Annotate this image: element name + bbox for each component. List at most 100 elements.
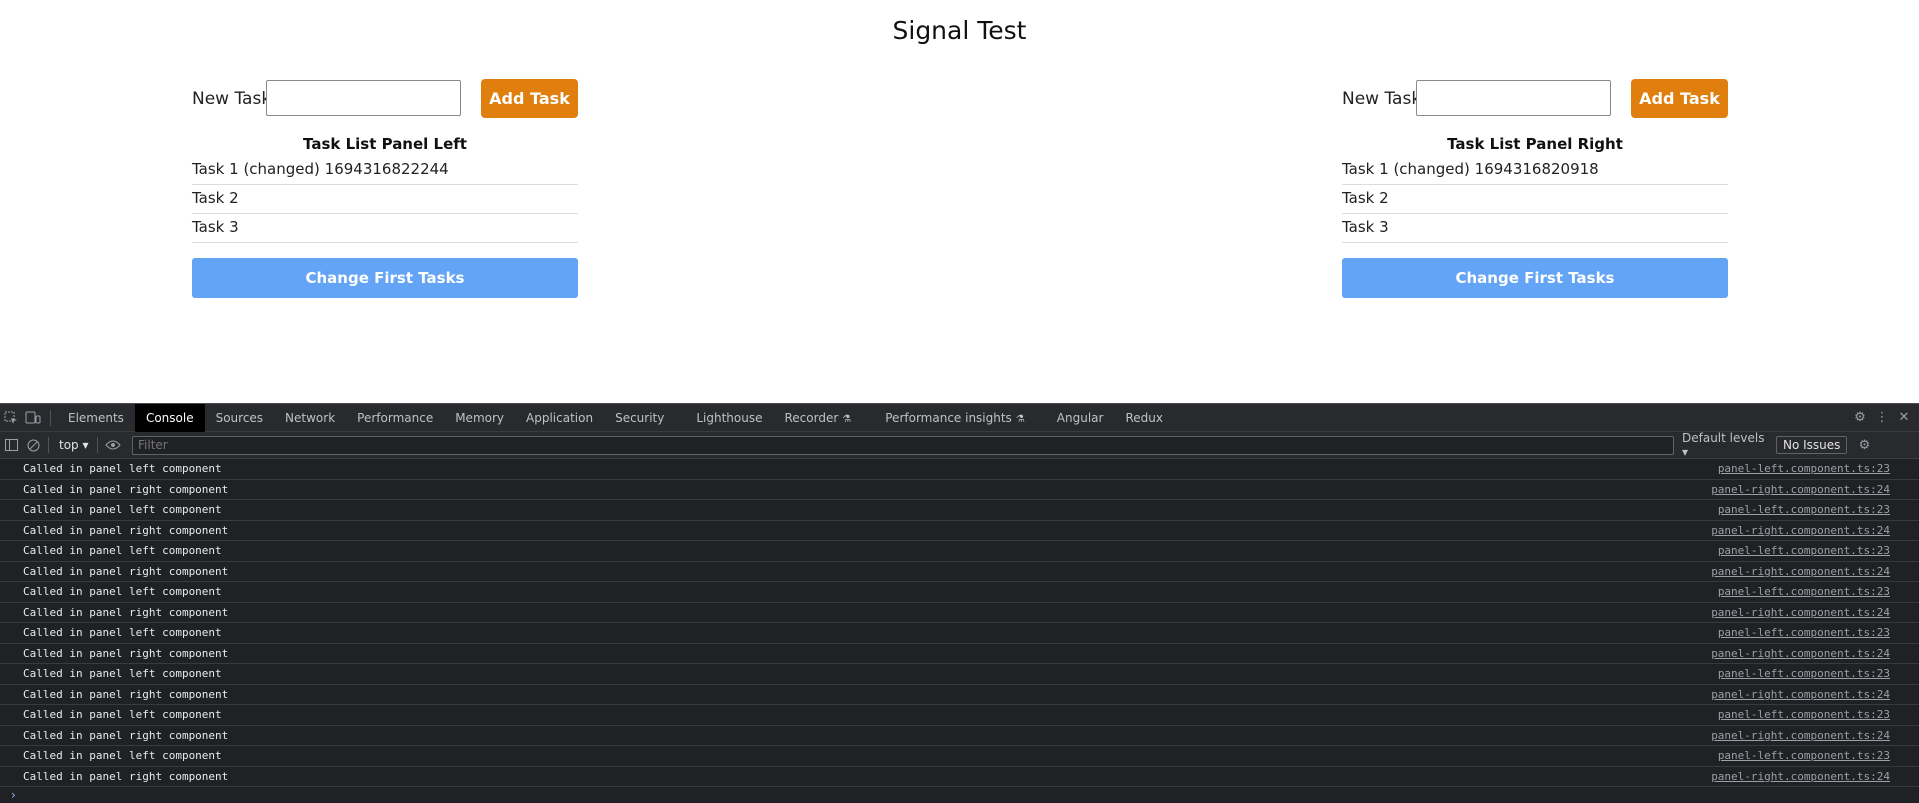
log-levels-label: Default levels xyxy=(1682,431,1765,445)
task-item: Task 2 xyxy=(1342,185,1728,214)
log-message: Called in panel right component xyxy=(23,564,229,578)
log-source-link[interactable]: panel-right.component.ts:24 xyxy=(1711,565,1919,578)
tab-application[interactable]: Application xyxy=(515,404,604,432)
task-item: Task 1 (changed) 1694316820918 xyxy=(1342,156,1728,185)
log-source-link[interactable]: panel-left.component.ts:23 xyxy=(1718,626,1919,639)
tab-security[interactable]: Security xyxy=(604,404,675,432)
page-title: Signal Test xyxy=(892,16,1027,45)
more-options-icon[interactable]: ⋮ xyxy=(1871,407,1893,429)
new-task-input[interactable] xyxy=(1416,80,1611,116)
log-message: Called in panel right component xyxy=(23,769,229,783)
tab-console[interactable]: Console xyxy=(134,403,205,432)
chevron-down-icon: ▾ xyxy=(82,438,89,452)
console-log-row: Called in panel right component panel-rig… xyxy=(0,562,1919,582)
console-log-row: Called in panel left component panel-left… xyxy=(0,459,1919,480)
log-source-link[interactable]: panel-right.component.ts:24 xyxy=(1711,729,1919,742)
tab-angular[interactable]: Angular xyxy=(1046,404,1115,432)
tab-redux[interactable]: Redux xyxy=(1114,404,1174,432)
console-log-row: Called in panel left component panel-left… xyxy=(0,500,1919,521)
tab-elements[interactable]: Elements xyxy=(57,404,135,432)
log-message: Called in panel left component xyxy=(23,749,222,763)
log-source-link[interactable]: panel-left.component.ts:23 xyxy=(1718,708,1919,721)
tab-performance-insights-label: Performance insights xyxy=(885,410,1012,425)
new-task-label: New Task xyxy=(192,89,272,109)
sidebar-toggle-icon[interactable] xyxy=(0,434,22,456)
tab-performance-insights[interactable]: Performance insights ⚗ xyxy=(874,404,1036,432)
tab-memory[interactable]: Memory xyxy=(444,404,515,432)
panel-right: New Task Add Task Task List Panel Right … xyxy=(1342,79,1728,298)
tab-recorder[interactable]: Recorder ⚗ xyxy=(774,404,863,432)
log-source-link[interactable]: panel-right.component.ts:24 xyxy=(1711,524,1919,537)
console-log-list: Called in panel left component panel-left… xyxy=(0,459,1919,787)
devtools-panel: Elements Console Sources Network Perform… xyxy=(0,403,1919,803)
console-settings-icon[interactable]: ⚙ xyxy=(1853,434,1875,456)
change-first-tasks-button[interactable]: Change First Tasks xyxy=(192,258,578,298)
close-icon[interactable]: ✕ xyxy=(1893,407,1915,429)
context-selector[interactable]: top ▾ xyxy=(59,438,93,452)
tab-recorder-label: Recorder xyxy=(784,410,839,425)
console-log-row: Called in panel left component panel-left… xyxy=(0,746,1919,767)
new-task-label: New Task xyxy=(1342,89,1422,109)
console-log-row: Called in panel left component panel-left… xyxy=(0,623,1919,644)
log-source-link[interactable]: panel-left.component.ts:23 xyxy=(1718,503,1919,516)
log-message: Called in panel right component xyxy=(23,646,229,660)
log-source-link[interactable]: panel-left.component.ts:23 xyxy=(1718,544,1919,557)
log-source-link[interactable]: panel-left.component.ts:23 xyxy=(1718,667,1919,680)
console-log-row: Called in panel left component panel-left… xyxy=(0,664,1919,685)
log-levels-dropdown[interactable]: Default levels ▾ xyxy=(1682,431,1768,459)
tab-network[interactable]: Network xyxy=(274,404,346,432)
console-log-row: Called in panel right component panel-rig… xyxy=(0,603,1919,623)
tab-performance[interactable]: Performance xyxy=(346,404,444,432)
console-log-row: Called in panel left component panel-left… xyxy=(0,582,1919,603)
console-prompt[interactable]: › xyxy=(0,787,1919,803)
log-message: Called in panel right component xyxy=(23,605,229,619)
log-message: Called in panel right component xyxy=(23,687,229,701)
log-source-link[interactable]: panel-right.component.ts:24 xyxy=(1711,606,1919,619)
log-source-link[interactable]: panel-left.component.ts:23 xyxy=(1718,749,1919,762)
log-source-link[interactable]: panel-left.component.ts:23 xyxy=(1718,585,1919,598)
log-message: Called in panel left component xyxy=(23,503,222,517)
eye-icon[interactable] xyxy=(102,434,124,456)
tab-sources[interactable]: Sources xyxy=(205,404,274,432)
log-source-link[interactable]: panel-right.component.ts:24 xyxy=(1711,770,1919,783)
console-log-row: Called in panel right component panel-rig… xyxy=(0,685,1919,705)
settings-gear-icon[interactable]: ⚙ xyxy=(1849,407,1871,429)
task-item: Task 3 xyxy=(192,214,578,243)
app-area: Signal Test New Task Add Task Task List … xyxy=(0,0,1919,403)
task-list: Task 1 (changed) 1694316820918 Task 2 Ta… xyxy=(1342,156,1728,243)
chevron-down-icon: ▾ xyxy=(1682,445,1689,459)
log-message: Called in panel left component xyxy=(23,462,222,476)
add-task-button[interactable]: Add Task xyxy=(481,79,578,118)
console-log-row: Called in panel right component panel-rig… xyxy=(0,767,1919,787)
flask-icon: ⚗ xyxy=(842,413,852,425)
tab-lighthouse[interactable]: Lighthouse xyxy=(685,404,773,432)
console-log-row: Called in panel right component panel-rig… xyxy=(0,521,1919,541)
flask-icon: ⚗ xyxy=(1015,413,1025,425)
log-message: Called in panel right component xyxy=(23,523,229,537)
inspect-element-icon[interactable] xyxy=(0,407,22,429)
task-item: Task 2 xyxy=(192,185,578,214)
log-message: Called in panel left component xyxy=(23,626,222,640)
task-list: Task 1 (changed) 1694316822244 Task 2 Ta… xyxy=(192,156,578,243)
log-message: Called in panel left component xyxy=(23,667,222,681)
new-task-input[interactable] xyxy=(266,80,461,116)
change-first-tasks-button[interactable]: Change First Tasks xyxy=(1342,258,1728,298)
log-message: Called in panel left component xyxy=(23,544,222,558)
context-label: top xyxy=(59,438,79,452)
panel-title: Task List Panel Left xyxy=(303,135,467,153)
task-item: Task 3 xyxy=(1342,214,1728,243)
task-item: Task 1 (changed) 1694316822244 xyxy=(192,156,578,185)
devtools-tabbar: Elements Console Sources Network Perform… xyxy=(0,403,1919,432)
log-source-link[interactable]: panel-right.component.ts:24 xyxy=(1711,647,1919,660)
device-toolbar-icon[interactable] xyxy=(22,407,44,429)
issues-button[interactable]: No Issues xyxy=(1776,436,1848,454)
clear-console-icon[interactable] xyxy=(22,434,44,456)
log-source-link[interactable]: panel-left.component.ts:23 xyxy=(1718,462,1919,475)
log-source-link[interactable]: panel-right.component.ts:24 xyxy=(1711,483,1919,496)
log-source-link[interactable]: panel-right.component.ts:24 xyxy=(1711,688,1919,701)
console-filter-input[interactable] xyxy=(132,435,1674,455)
panel-title: Task List Panel Right xyxy=(1447,135,1623,153)
task-form-right: New Task Add Task xyxy=(1342,79,1728,119)
console-log-row: Called in panel right component panel-rig… xyxy=(0,726,1919,746)
add-task-button[interactable]: Add Task xyxy=(1631,79,1728,118)
